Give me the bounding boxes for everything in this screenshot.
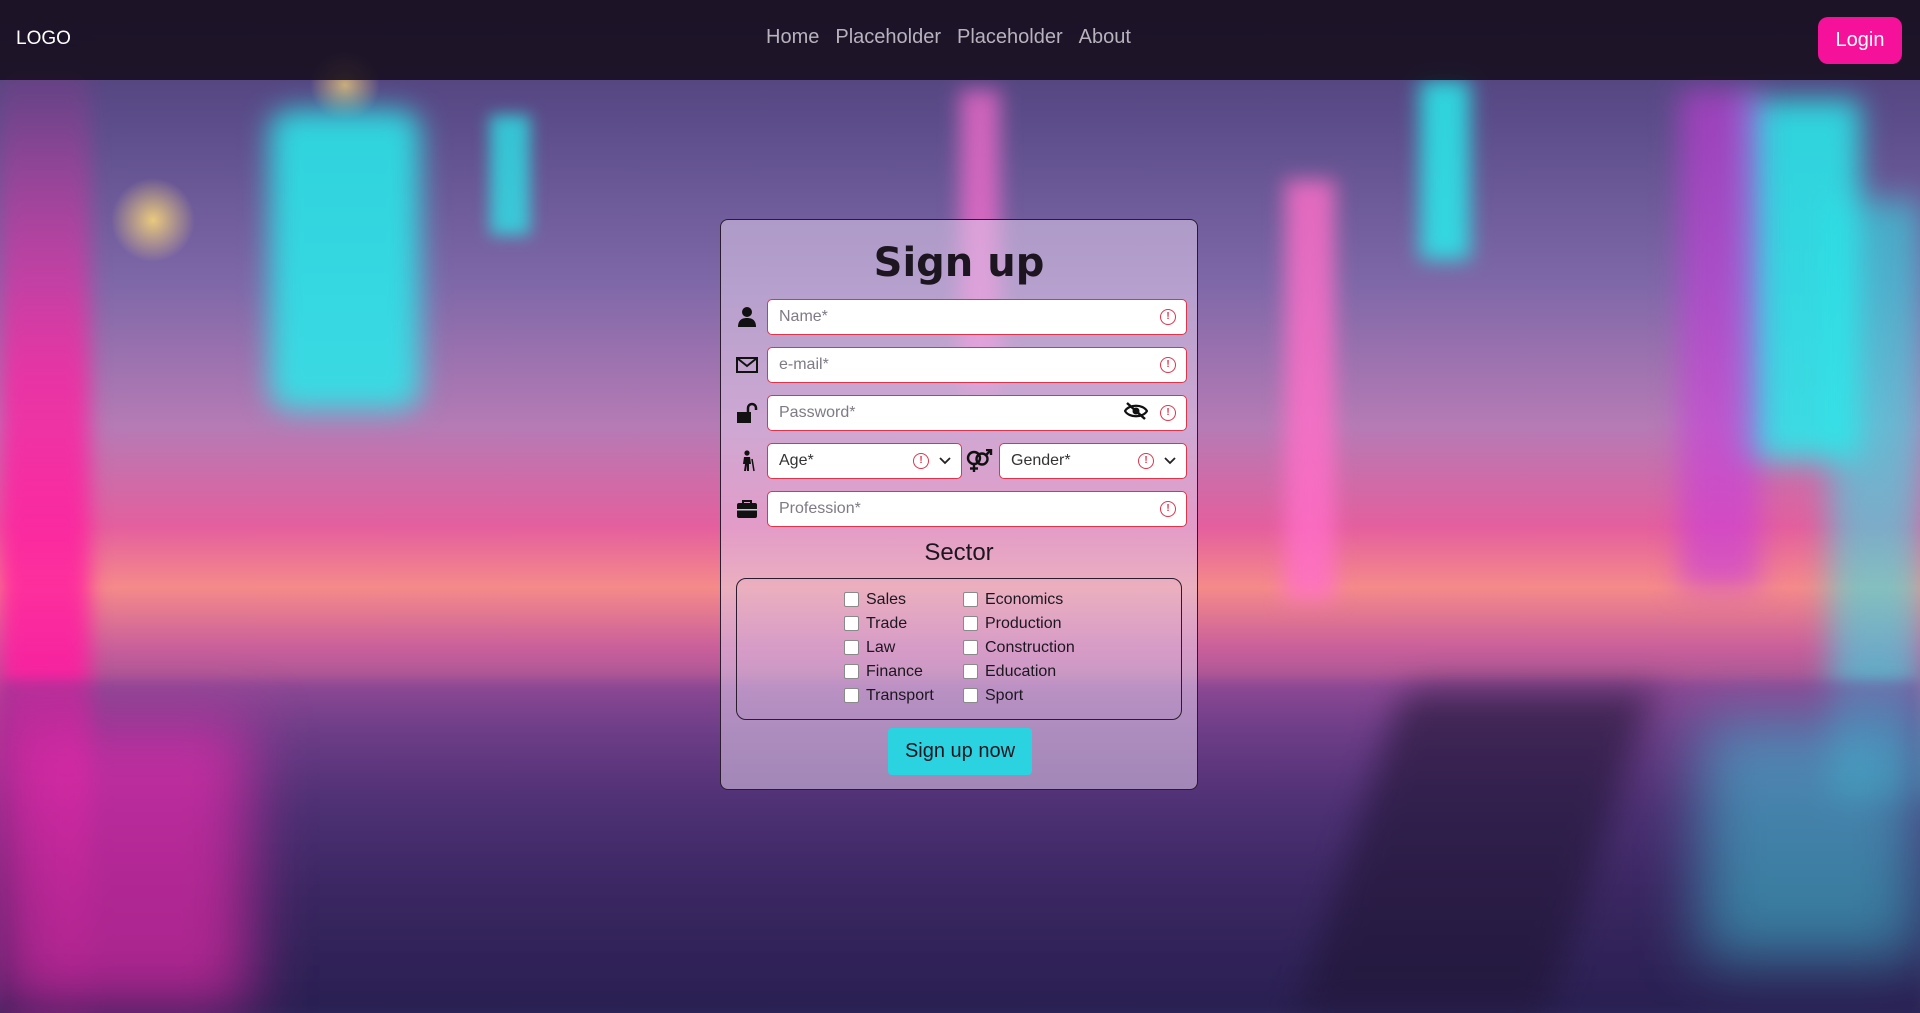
email-field: ! xyxy=(767,347,1187,383)
profession-row: ! xyxy=(735,491,1187,527)
sector-checkbox-label: Production xyxy=(985,614,1062,632)
nav-link-placeholder-2[interactable]: Placeholder xyxy=(957,26,1063,49)
name-field: ! xyxy=(767,299,1187,335)
sector-checkbox-item[interactable]: Education xyxy=(963,663,1083,680)
user-icon xyxy=(735,305,759,329)
logo: LOGO xyxy=(16,28,71,49)
checkbox[interactable] xyxy=(844,688,859,703)
checkbox[interactable] xyxy=(963,592,978,607)
sector-checkbox-item[interactable]: Law xyxy=(844,639,963,656)
sector-checkbox-item[interactable]: Trade xyxy=(844,615,963,632)
briefcase-icon xyxy=(735,497,759,521)
signup-submit-button[interactable]: Sign up now xyxy=(888,728,1032,775)
nav-link-about[interactable]: About xyxy=(1079,26,1131,49)
sector-checkbox-label: Law xyxy=(866,638,896,656)
background-glow xyxy=(270,110,420,410)
unlock-icon xyxy=(735,401,759,425)
exclamation-circle-icon: ! xyxy=(1138,453,1154,469)
gender-icon xyxy=(965,449,993,473)
sector-checkbox-item[interactable]: Sales xyxy=(844,591,963,608)
profession-field: ! xyxy=(767,491,1187,527)
name-input[interactable] xyxy=(768,307,1160,327)
sector-checkbox-label: Economics xyxy=(985,590,1064,608)
background-glow xyxy=(1285,180,1335,600)
eye-slash-icon[interactable] xyxy=(1123,401,1149,425)
checkbox[interactable] xyxy=(963,664,978,679)
background-glow xyxy=(1700,720,1920,960)
envelope-icon xyxy=(735,353,759,377)
background-glow xyxy=(1830,200,1920,800)
age-select[interactable]: Age* ! xyxy=(767,443,962,479)
sector-checkbox-item[interactable]: Economics xyxy=(963,591,1083,608)
person-walking-icon xyxy=(735,449,759,473)
sector-title: Sector xyxy=(924,539,994,566)
gender-select-value: Gender* xyxy=(1011,452,1071,469)
background-glow xyxy=(1420,80,1470,260)
exclamation-circle-icon: ! xyxy=(913,453,929,469)
age-select-value: Age* xyxy=(779,452,814,469)
checkbox[interactable] xyxy=(963,688,978,703)
page-title: Sign up xyxy=(873,240,1045,286)
background-road xyxy=(1297,690,1653,1013)
sector-checkbox-grid: Sales Economics Trade Production Law Construc… xyxy=(844,591,1083,704)
sector-checkbox-label: Sport xyxy=(985,686,1024,704)
checkbox[interactable] xyxy=(844,640,859,655)
age-gender-row: Age* ! Gender* ! xyxy=(735,443,1187,479)
sector-checkbox-label: Transport xyxy=(866,686,934,704)
sector-checkbox-item[interactable]: Finance xyxy=(844,663,963,680)
exclamation-circle-icon: ! xyxy=(1160,357,1176,373)
sector-checkbox-item[interactable]: Sport xyxy=(963,687,1083,704)
background-glow xyxy=(0,40,90,1010)
email-row: ! xyxy=(735,347,1187,383)
password-row: ! xyxy=(735,395,1187,431)
name-row: ! xyxy=(735,299,1187,335)
checkbox[interactable] xyxy=(844,592,859,607)
checkbox[interactable] xyxy=(963,640,978,655)
exclamation-circle-icon: ! xyxy=(1160,405,1176,421)
sector-checkbox-item[interactable]: Construction xyxy=(963,639,1083,656)
exclamation-circle-icon: ! xyxy=(1160,309,1176,325)
checkbox[interactable] xyxy=(963,616,978,631)
checkbox[interactable] xyxy=(844,616,859,631)
background-glow xyxy=(1680,90,1760,590)
nav-link-placeholder-1[interactable]: Placeholder xyxy=(835,26,941,49)
sector-checkbox-label: Trade xyxy=(866,614,908,632)
email-input[interactable] xyxy=(768,355,1160,375)
sector-checkbox-item[interactable]: Production xyxy=(963,615,1083,632)
sector-checkbox-label: Finance xyxy=(866,662,923,680)
sector-checkbox-item[interactable]: Transport xyxy=(844,687,963,704)
password-field: ! xyxy=(767,395,1187,431)
nav-link-home[interactable]: Home xyxy=(766,26,819,49)
exclamation-circle-icon: ! xyxy=(1160,501,1176,517)
sector-checkbox-label: Construction xyxy=(985,638,1075,656)
checkbox[interactable] xyxy=(844,664,859,679)
chevron-down-icon xyxy=(1164,452,1176,470)
gender-select[interactable]: Gender* ! xyxy=(999,443,1187,479)
sector-checkbox-label: Education xyxy=(985,662,1057,680)
profession-input[interactable] xyxy=(768,499,1160,519)
login-button[interactable]: Login xyxy=(1818,17,1902,64)
background-glow xyxy=(1740,100,1860,460)
chevron-down-icon xyxy=(939,452,951,470)
nav-links: Home Placeholder Placeholder About xyxy=(766,26,1131,49)
background-glow xyxy=(490,115,530,235)
sector-checkbox-label: Sales xyxy=(866,590,907,608)
password-input[interactable] xyxy=(768,403,1124,423)
navbar: LOGO Home Placeholder Placeholder About … xyxy=(0,0,1920,80)
background-glow xyxy=(0,720,250,1010)
